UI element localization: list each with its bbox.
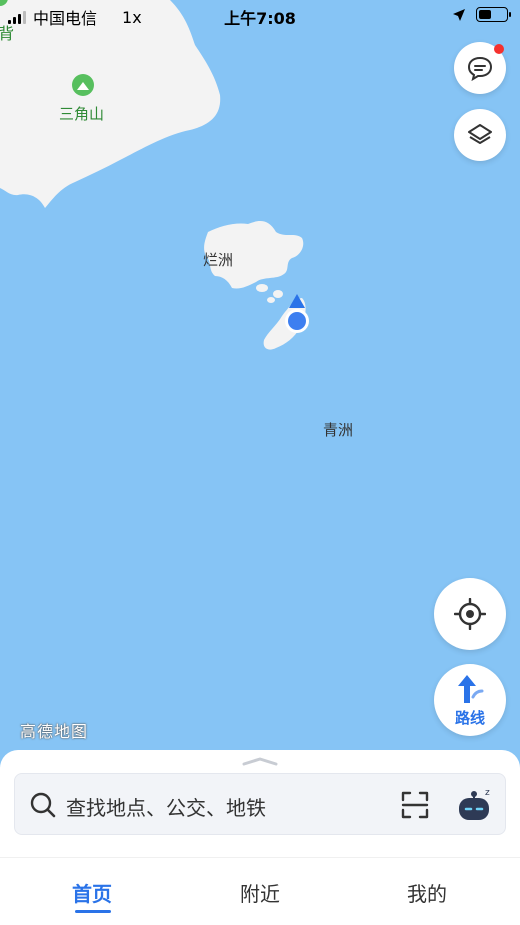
svg-text:z: z xyxy=(485,788,490,798)
map-watermark: 高德地图 xyxy=(20,722,89,741)
route-button[interactable]: 路线 xyxy=(434,664,506,736)
poi-label-sanjiaoshan[interactable]: 三角山 xyxy=(59,103,104,124)
tab-mine[interactable]: 我的 xyxy=(377,878,477,907)
route-arrow-icon xyxy=(458,674,484,703)
mountain-icon[interactable] xyxy=(72,74,94,96)
mainland-land xyxy=(0,0,221,208)
search-input[interactable]: 查找地点、公交、地铁 xyxy=(66,792,266,821)
battery-icon xyxy=(476,7,511,22)
battery-level xyxy=(479,10,491,19)
assistant-icon[interactable]: z xyxy=(455,786,493,824)
current-location-marker xyxy=(285,294,309,333)
status-bar: 中国电信 1x 上午7:08 xyxy=(0,0,520,30)
search-icon xyxy=(30,792,56,818)
message-icon xyxy=(467,56,493,81)
tab-home[interactable]: 首页 xyxy=(42,878,142,907)
map-label-lanzhou: 烂洲 xyxy=(203,251,234,269)
location-arrow-icon xyxy=(453,8,465,21)
status-time: 上午7:08 xyxy=(224,9,296,28)
sheet-handle-icon[interactable] xyxy=(242,756,278,766)
tab-nearby[interactable]: 附近 xyxy=(210,878,310,907)
search-bar[interactable]: 查找地点、公交、地铁 z xyxy=(14,773,506,835)
islet xyxy=(256,284,268,292)
layers-button[interactable] xyxy=(454,109,506,161)
route-label: 路线 xyxy=(454,708,485,727)
message-button[interactable] xyxy=(454,42,506,94)
layers-icon xyxy=(468,124,492,144)
map-label-qingzhou: 青洲 xyxy=(323,421,354,439)
islet xyxy=(267,297,275,303)
scan-icon[interactable] xyxy=(400,790,430,820)
locate-icon xyxy=(454,598,486,630)
locate-button[interactable] xyxy=(434,578,506,650)
notification-dot xyxy=(494,44,504,54)
tab-bar: 首页 附近 我的 xyxy=(0,857,520,925)
tab-active-indicator xyxy=(75,910,111,913)
